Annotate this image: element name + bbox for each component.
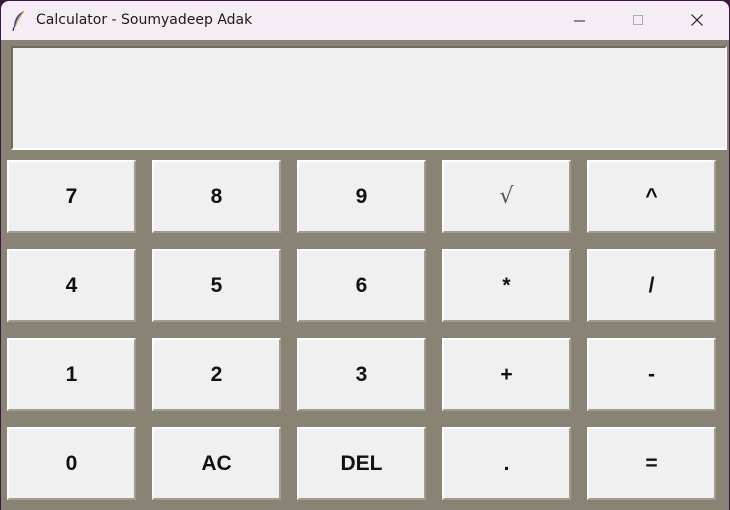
key-0[interactable]: 0 [7, 427, 136, 500]
key-9[interactable]: 9 [297, 160, 426, 233]
key-power[interactable]: ^ [587, 160, 716, 233]
key-6[interactable]: 6 [297, 249, 426, 322]
key-2[interactable]: 2 [152, 338, 281, 411]
key-delete[interactable]: DEL [297, 427, 426, 500]
key-equals[interactable]: = [587, 427, 716, 500]
display-field[interactable] [11, 46, 727, 150]
key-4[interactable]: 4 [7, 249, 136, 322]
key-all-clear[interactable]: AC [152, 427, 281, 500]
key-7[interactable]: 7 [7, 160, 136, 233]
key-divide[interactable]: / [587, 249, 716, 322]
maximize-button[interactable] [615, 1, 661, 40]
key-8[interactable]: 8 [152, 160, 281, 233]
title-bar[interactable]: Calculator - Soumyadeep Adak [1, 1, 729, 40]
calculator-window: Calculator - Soumyadeep Adak 7 8 9 √ ^ 4 [1, 1, 729, 510]
close-button[interactable] [674, 1, 720, 40]
key-add[interactable]: + [442, 338, 571, 411]
key-multiply[interactable]: * [442, 249, 571, 322]
key-5[interactable]: 5 [152, 249, 281, 322]
minimize-button[interactable] [557, 1, 603, 40]
key-1[interactable]: 1 [7, 338, 136, 411]
feather-icon [11, 10, 27, 32]
key-subtract[interactable]: - [587, 338, 716, 411]
window-title: Calculator - Soumyadeep Adak [36, 12, 253, 28]
key-3[interactable]: 3 [297, 338, 426, 411]
key-sqrt[interactable]: √ [442, 160, 571, 233]
key-decimal[interactable]: . [442, 427, 571, 500]
